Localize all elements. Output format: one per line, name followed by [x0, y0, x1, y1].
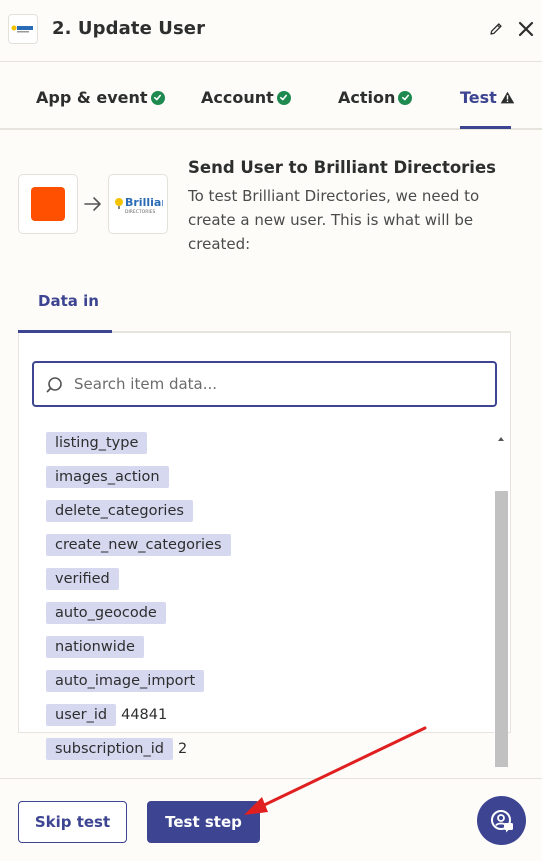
close-icon[interactable]: [517, 20, 535, 38]
list-item: listing_type: [46, 432, 152, 454]
check-circle-icon: [398, 90, 413, 105]
brilliant-directories-logo-icon: Brilliant DIRECTORIES: [115, 196, 163, 215]
field-key-pill[interactable]: listing_type: [46, 432, 148, 454]
field-key-pill[interactable]: create_new_categories: [46, 534, 231, 556]
list-item: auto_geocode: [46, 602, 171, 624]
test-step-button[interactable]: Test step: [147, 801, 260, 843]
action-app-icon: Brilliant DIRECTORIES: [108, 174, 168, 234]
check-circle-icon: [150, 90, 165, 105]
tab-data-in[interactable]: Data in: [38, 292, 99, 310]
app-logo: [8, 14, 38, 44]
field-key-pill[interactable]: auto_geocode: [46, 602, 166, 624]
field-key-pill[interactable]: images_action: [46, 466, 169, 488]
page-title: 2. Update User: [52, 18, 206, 39]
list-item: nationwide: [46, 636, 149, 658]
panel-header: 2. Update User: [0, 0, 542, 62]
step-tabs: App & event Account Action Test: [0, 62, 542, 130]
arrow-right-icon: [84, 197, 101, 211]
search-input[interactable]: [74, 373, 484, 395]
zapier-square-icon: [31, 187, 65, 221]
list-item: verified: [46, 568, 124, 590]
field-key-pill[interactable]: auto_image_import: [46, 670, 205, 692]
help-chat-button[interactable]: [477, 796, 526, 845]
field-key-pill[interactable]: delete_categories: [46, 500, 193, 522]
list-item: user_id 44841: [46, 704, 167, 726]
search-box: [32, 361, 497, 407]
trigger-app-icon: [18, 174, 78, 234]
brilliant-logo-icon: [11, 25, 33, 33]
list-item: create_new_categories: [46, 534, 236, 556]
tab-test[interactable]: Test: [460, 88, 515, 107]
step-title: Send User to Brilliant Directories: [188, 158, 496, 177]
list-item: delete_categories: [46, 500, 198, 522]
check-circle-icon: [276, 90, 291, 105]
svg-text:Brilliant: Brilliant: [125, 196, 163, 209]
list-item: images_action: [46, 466, 174, 488]
svg-text:DIRECTORIES: DIRECTORIES: [125, 209, 155, 215]
field-key-pill[interactable]: subscription_id: [46, 738, 173, 760]
list-item: auto_image_import: [46, 670, 209, 692]
scroll-up-arrow-icon[interactable]: [498, 437, 504, 441]
skip-test-button[interactable]: Skip test: [18, 801, 127, 843]
search-icon: [46, 377, 62, 393]
field-value: 2: [177, 741, 188, 757]
field-key-pill[interactable]: verified: [46, 568, 119, 590]
tab-account[interactable]: Account: [201, 88, 291, 107]
field-key-pill[interactable]: nationwide: [46, 636, 144, 658]
tab-action[interactable]: Action: [338, 88, 413, 107]
data-list: listing_type images_action delete_catego…: [18, 425, 494, 767]
scrollbar-thumb[interactable]: [495, 491, 508, 767]
warning-triangle-icon: [500, 91, 515, 104]
pencil-icon[interactable]: [488, 21, 504, 37]
active-tab-indicator: [460, 126, 511, 129]
help-chat-icon: [490, 809, 513, 832]
field-key-pill[interactable]: user_id: [46, 704, 117, 726]
tab-app-event[interactable]: App & event: [36, 88, 165, 107]
field-value: 44841: [121, 707, 168, 723]
list-item: subscription_id 2: [46, 738, 187, 760]
step-description: To test Brilliant Directories, we need t…: [188, 187, 480, 253]
